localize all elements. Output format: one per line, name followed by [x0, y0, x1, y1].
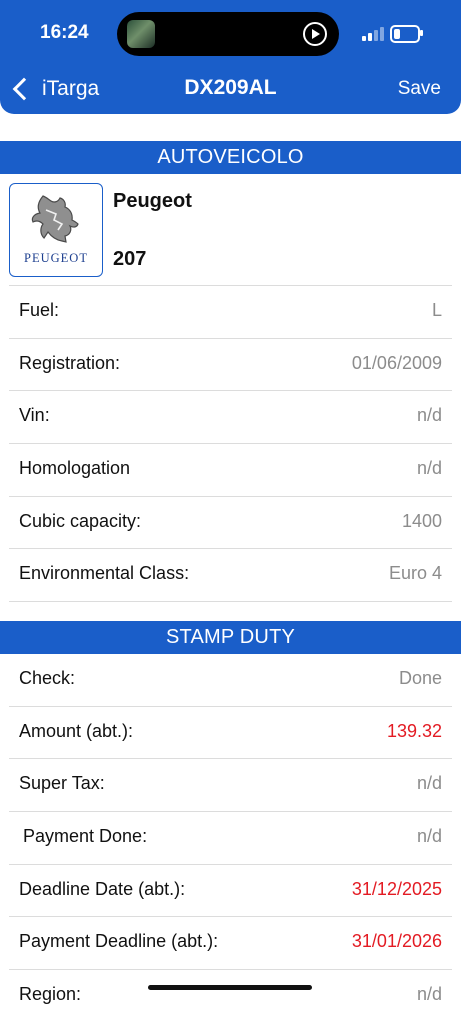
list-item: Homologation n/d — [9, 443, 452, 496]
back-button[interactable]: iTarga — [10, 74, 99, 104]
payment-done-label: Payment Done: — [23, 826, 148, 847]
payment-done-value: n/d — [416, 826, 442, 847]
environmental-class-value: Euro 4 — [388, 563, 442, 584]
dynamic-island — [117, 12, 339, 56]
list-item: Amount (abt.): 139.32 — [9, 705, 452, 759]
list-item: Registration: 01/06/2009 — [9, 337, 452, 391]
list-item: Vin: n/d — [9, 390, 452, 443]
list-item: Cubic capacity: 1400 — [9, 495, 452, 549]
list-item: Payment Deadline (abt.): 31/01/2026 — [9, 916, 452, 969]
list-item: Payment Done: n/d — [9, 811, 452, 864]
list-item: Region: n/d — [9, 969, 452, 1022]
deadline-date-value: 31/12/2025 — [351, 878, 442, 899]
region-value: n/d — [416, 984, 442, 1005]
list-item: Deadline Date (abt.): 31/12/2025 — [9, 863, 452, 917]
section-header-vehicle: AUTOVEICOLO — [0, 141, 461, 174]
play-icon — [303, 22, 327, 46]
homologation-value: n/d — [416, 458, 442, 479]
stamp-duty-list: Check: Done Amount (abt.): 139.32 Super … — [0, 654, 461, 1022]
status-time: 16:24 — [40, 22, 89, 43]
vehicle-model: 207 — [113, 248, 147, 270]
super-tax-value: n/d — [416, 773, 442, 794]
vin-value: n/d — [416, 405, 442, 426]
chevron-left-icon — [12, 77, 36, 101]
cubic-capacity-value: 1400 — [401, 510, 442, 531]
vehicle-details-list: Fuel: L Registration: 01/06/2009 Vin: n/… — [0, 285, 461, 603]
fuel-label: Fuel: — [19, 300, 60, 320]
battery-tip — [420, 30, 423, 36]
check-value: Done — [398, 668, 442, 688]
list-item: Fuel: L — [9, 285, 452, 338]
payment-deadline-value: 31/01/2026 — [351, 931, 442, 952]
peugeot-logo: PEUGEOT — [9, 183, 103, 277]
amount-label: Amount (abt.): — [19, 720, 134, 741]
vehicle-make: Peugeot — [113, 190, 192, 212]
battery-icon — [390, 25, 420, 43]
super-tax-label: Super Tax: — [19, 773, 105, 794]
home-indicator[interactable] — [148, 985, 312, 990]
media-thumbnail — [127, 20, 155, 48]
logo-wordmark: PEUGEOT — [24, 251, 88, 265]
homologation-label: Homologation — [19, 458, 131, 479]
fuel-value: L — [431, 300, 442, 320]
cubic-capacity-label: Cubic capacity: — [19, 510, 142, 531]
payment-deadline-label: Payment Deadline (abt.): — [19, 931, 219, 952]
deadline-date-label: Deadline Date (abt.): — [19, 878, 186, 899]
cellular-signal-icon — [362, 27, 384, 41]
vin-label: Vin: — [19, 405, 50, 426]
vehicle-summary: PEUGEOT Peugeot 207 — [0, 174, 461, 286]
list-item: Super Tax: n/d — [9, 758, 452, 811]
check-label: Check: — [19, 668, 76, 688]
amount-value: 139.32 — [386, 720, 442, 741]
section-header-stamp-duty: STAMP DUTY — [0, 621, 461, 654]
list-item: Check: Done — [9, 654, 452, 706]
back-label: iTarga — [42, 77, 100, 100]
registration-value: 01/06/2009 — [351, 352, 442, 373]
navigation-bar: 16:24 iTarga DX209AL Save — [0, 0, 461, 114]
registration-label: Registration: — [19, 352, 121, 373]
list-item: Environmental Class: Euro 4 — [9, 548, 452, 603]
save-button[interactable]: Save — [398, 78, 441, 100]
region-label: Region: — [19, 984, 82, 1005]
environmental-class-label: Environmental Class: — [19, 563, 190, 584]
